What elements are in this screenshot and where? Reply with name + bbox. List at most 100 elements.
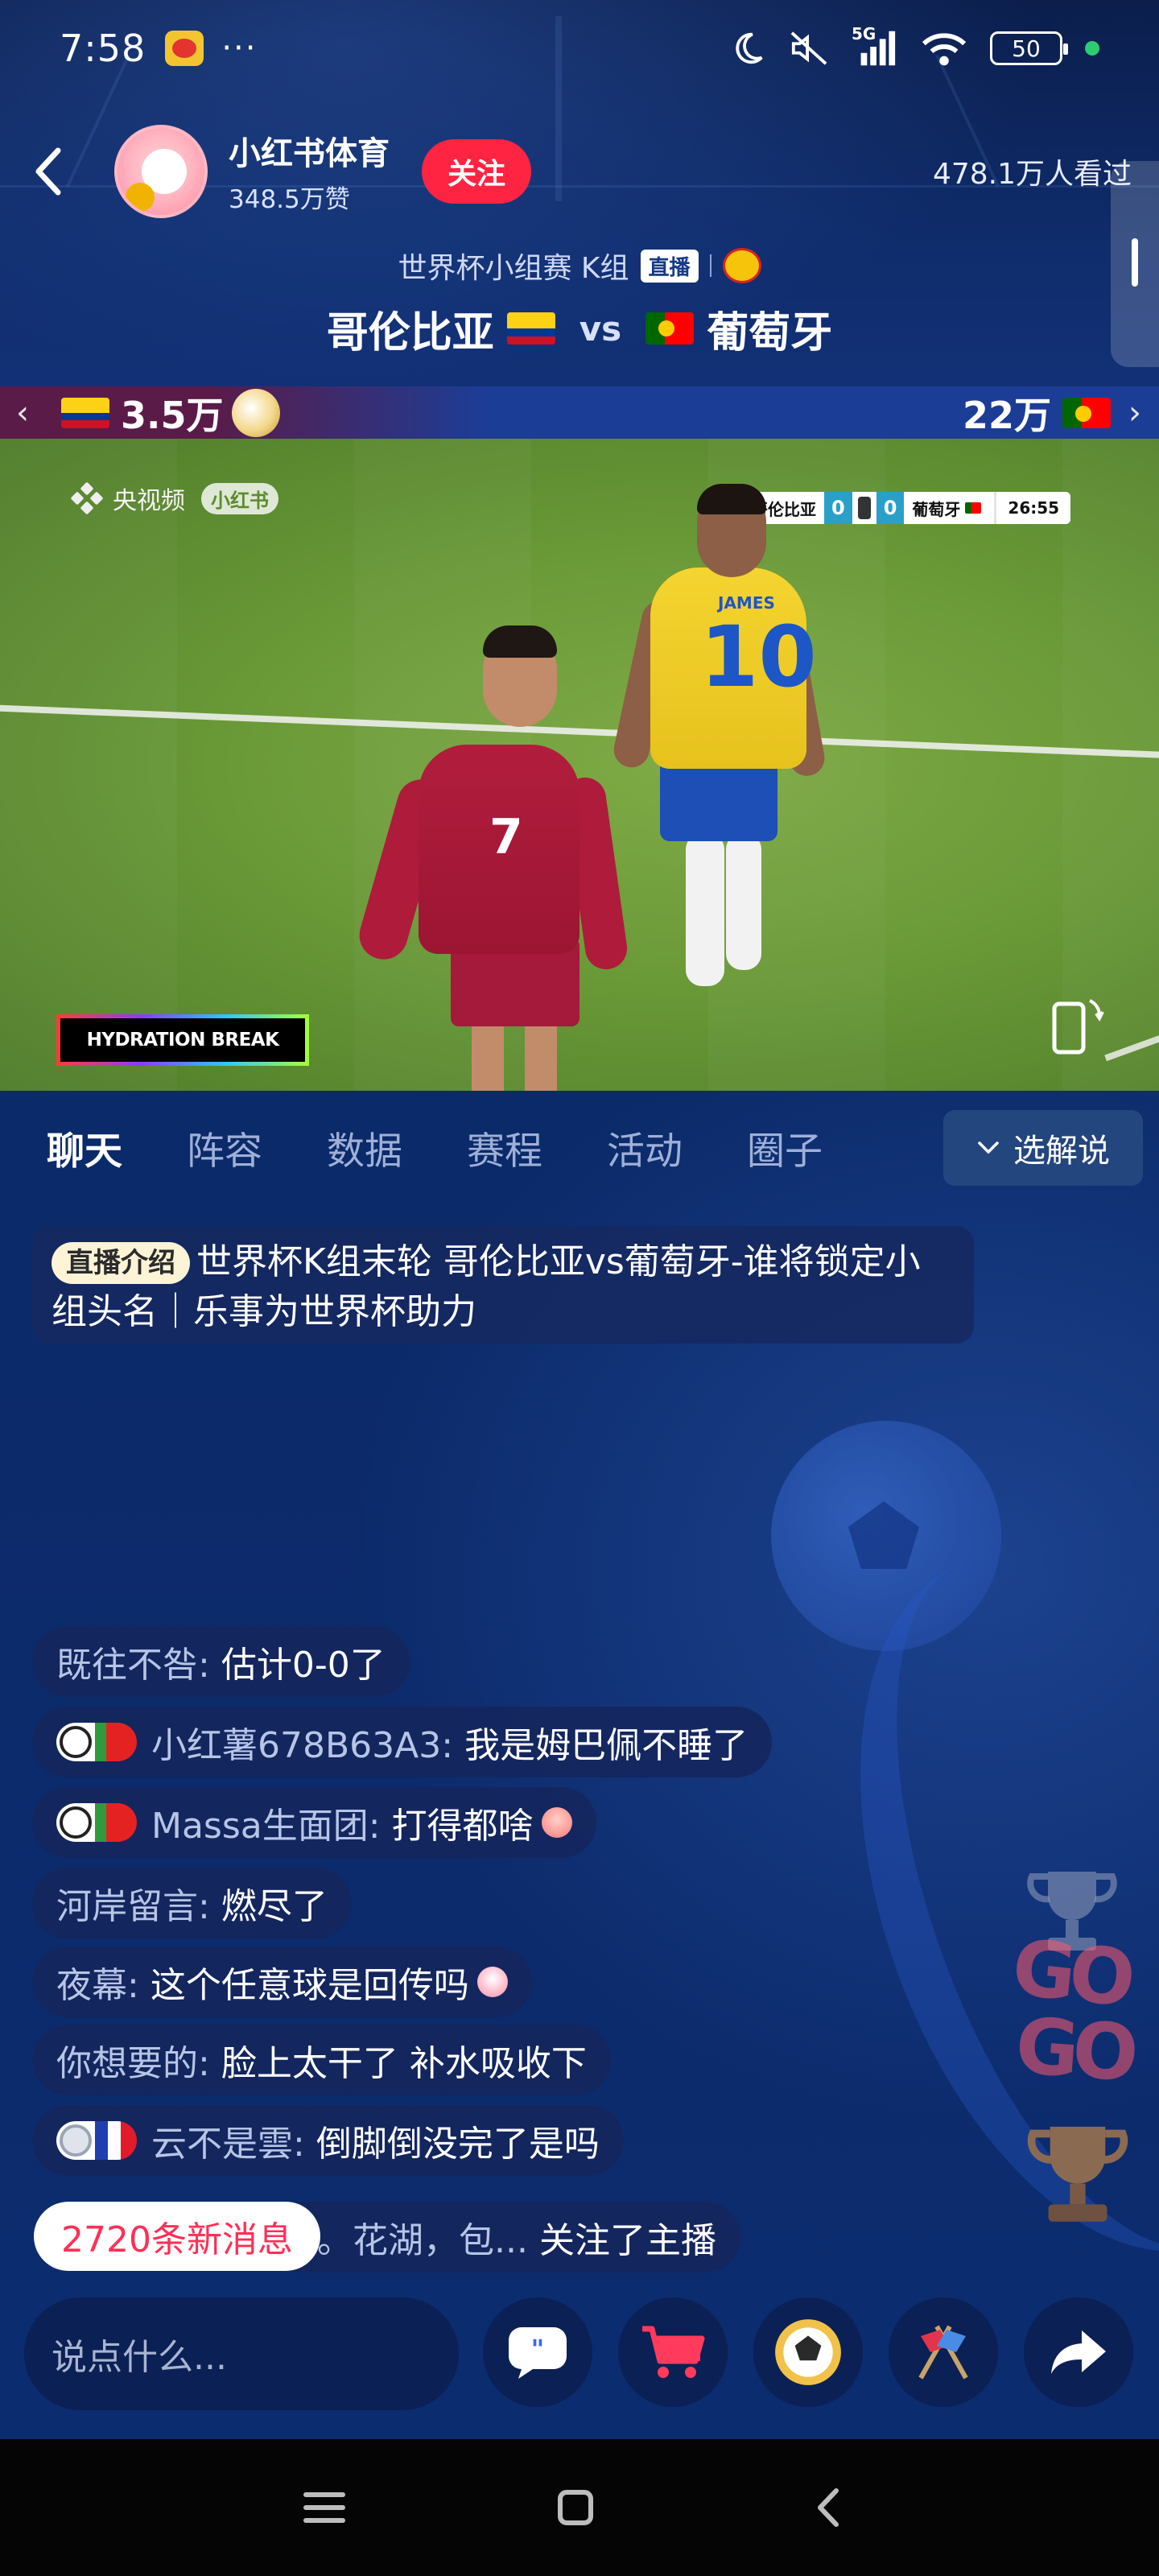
player-leg <box>472 1018 504 1091</box>
host-info[interactable]: 小红书体育 348.5万赞 <box>229 127 390 215</box>
host-name: 小红书体育 <box>229 135 390 172</box>
mute-icon <box>789 30 829 67</box>
host-row: 小红书体育 348.5万赞 关注 478.1万人看过 <box>0 121 1159 221</box>
chat-message[interactable]: Massa生面团: 打得都啥 <box>32 1787 596 1858</box>
privacy-indicator <box>1085 41 1099 56</box>
intro-badge: 直播介绍 <box>52 1242 190 1284</box>
away-team-name: 葡萄牙 <box>707 308 833 357</box>
scoreboard: 哥伦比亚 0 0 葡萄牙 26:55 <box>723 492 1071 524</box>
broadcaster-icon <box>69 481 105 515</box>
ball-icon <box>775 2319 841 2385</box>
trophy-icon <box>1027 2126 1128 2222</box>
pitch-stripe <box>0 439 177 1091</box>
chat-text: 倒脚倒没完了是吗 <box>316 2124 600 2165</box>
status-bar: 7:58 ··· 5G 50 <box>0 0 1159 97</box>
cheer-flags-button[interactable] <box>889 2297 998 2407</box>
tab-lineup[interactable]: 阵容 <box>187 1120 262 1175</box>
rotate-screen-button[interactable] <box>1048 994 1106 1059</box>
chat-message[interactable]: 既往不咎: 估计0-0了 <box>32 1626 410 1697</box>
home-support-value: 3.5万 <box>121 393 224 437</box>
away-score: 0 <box>876 492 905 524</box>
live-video-player[interactable]: 央视频 小红书 哥伦比亚 0 0 葡萄牙 26:55 JAMES 10 7 HY… <box>0 439 1159 1091</box>
portugal-flag-icon <box>965 502 982 514</box>
tab-chat[interactable]: 聊天 <box>47 1120 122 1175</box>
player-hair <box>483 625 557 658</box>
france-fan-badge-icon <box>56 2121 137 2160</box>
menu-button[interactable] <box>288 2471 361 2544</box>
chat-message[interactable]: 云不是雲: 倒脚倒没完了是吗 <box>32 2105 624 2176</box>
chat-user: 云不是雲: <box>151 2124 305 2165</box>
back-button[interactable] <box>0 123 97 220</box>
battery-icon: 50 <box>990 31 1068 65</box>
chat-panel: 聊天 阵容 数据 赛程 活动 圈子 选解说 直播介绍 世界杯K组末轮 哥伦比亚vs… <box>0 1091 1159 2439</box>
match-stage: 世界杯小组赛 K组 <box>398 252 629 285</box>
player-leg <box>525 1018 557 1091</box>
flags-icon <box>918 2325 968 2380</box>
chat-message[interactable]: 小红薯678B63A3: 我是姆巴佩不睡了 <box>32 1707 773 1777</box>
comment-icon: " <box>509 2327 567 2379</box>
status-time: 7:58 <box>60 27 146 70</box>
follow-button[interactable]: 关注 <box>422 138 531 204</box>
more-notifications-icon: ··· <box>221 30 258 67</box>
jersey-number: 10 <box>700 608 817 706</box>
back-icon <box>35 147 61 195</box>
chat-message[interactable]: 你想要的: 脸上太干了 补水吸收下 <box>32 2025 611 2095</box>
match-subtitle: 世界杯小组赛 K组 直播 <box>0 242 1159 290</box>
gold-ball-icon <box>231 388 280 437</box>
hydration-break-banner: HYDRATION BREAK <box>56 1014 309 1066</box>
rotate-screen-icon <box>1052 999 1104 1055</box>
tab-stats[interactable]: 数据 <box>327 1120 402 1175</box>
watermark-badge: 小红书 <box>201 482 278 514</box>
new-messages-button[interactable]: 2720条新消息 <box>34 2202 320 2271</box>
sponsor-logo <box>722 248 761 283</box>
live-intro-card: 直播介绍 世界杯K组末轮 哥伦比亚vs葡萄牙-谁将锁定小组头名｜乐事为世界杯助力 <box>32 1226 974 1344</box>
nav-back-button[interactable] <box>792 2471 864 2544</box>
system-navigation-bar <box>0 2439 1159 2576</box>
gift-ball-button[interactable] <box>753 2297 863 2407</box>
svg-text:": " <box>531 2334 545 2364</box>
select-commentary-button[interactable]: 选解说 <box>943 1110 1143 1186</box>
tab-circle[interactable]: 圈子 <box>747 1120 823 1175</box>
weibo-app-icon <box>165 31 204 66</box>
home-button[interactable] <box>539 2471 612 2544</box>
portugal-flag-icon <box>645 312 695 345</box>
cart-icon <box>642 2326 705 2378</box>
away-support-value: 22万 <box>962 393 1051 437</box>
chat-user: 河岸留言: <box>56 1886 210 1927</box>
match-title: 哥伦比亚 vs 葡萄牙 <box>0 296 1159 361</box>
status-icons: 5G 50 <box>729 24 1099 67</box>
chat-text: 我是姆巴佩不睡了 <box>464 1725 749 1766</box>
trophy-icon <box>852 492 876 524</box>
chevron-down-icon <box>978 1141 999 1154</box>
portugal-flag-icon <box>1062 397 1111 428</box>
commentary-label: 选解说 <box>1013 1133 1110 1170</box>
shop-button[interactable] <box>618 2297 728 2407</box>
share-button[interactable] <box>1024 2297 1133 2407</box>
tab-schedule[interactable]: 赛程 <box>467 1120 542 1175</box>
chat-message[interactable]: 寺。花湖，包... 关注了主播 <box>266 2202 740 2273</box>
comment-button[interactable]: " <box>483 2297 592 2407</box>
support-right-arrow-icon[interactable]: › <box>1111 394 1159 431</box>
moon-icon <box>729 30 766 67</box>
vs-label: vs <box>579 308 622 349</box>
chat-message[interactable]: 河岸留言: 燃尽了 <box>32 1868 352 1938</box>
host-avatar[interactable] <box>114 124 208 218</box>
chat-text: 打得都啥 <box>391 1806 534 1847</box>
host-likes: 348.5万赞 <box>229 185 350 214</box>
chat-text: 估计0-0了 <box>221 1645 386 1686</box>
share-icon <box>1051 2330 1106 2374</box>
chat-message[interactable]: 夜幕: 这个任意球是回传吗 <box>32 1946 532 2017</box>
scoreboard-away-name: 葡萄牙 <box>912 499 961 519</box>
portugal-fan-badge-icon <box>56 1803 137 1842</box>
chat-input[interactable]: 说点什么... <box>24 2297 459 2410</box>
player-hair <box>697 484 766 514</box>
support-bar[interactable]: ‹ 3.5万 22万 › <box>0 386 1159 439</box>
player-leg <box>686 833 724 986</box>
live-header: 7:58 ··· 5G 50 小红书体育 348.5万赞 关注 478.1万人看… <box>0 0 1159 439</box>
jersey-number: 7 <box>489 809 523 865</box>
support-left-arrow-icon[interactable]: ‹ <box>0 394 45 431</box>
chat-text: 燃尽了 <box>221 1886 328 1927</box>
chat-user: 小红薯678B63A3: <box>151 1725 454 1766</box>
tab-activity[interactable]: 活动 <box>607 1120 683 1175</box>
chat-user: 既往不咎: <box>56 1645 210 1686</box>
